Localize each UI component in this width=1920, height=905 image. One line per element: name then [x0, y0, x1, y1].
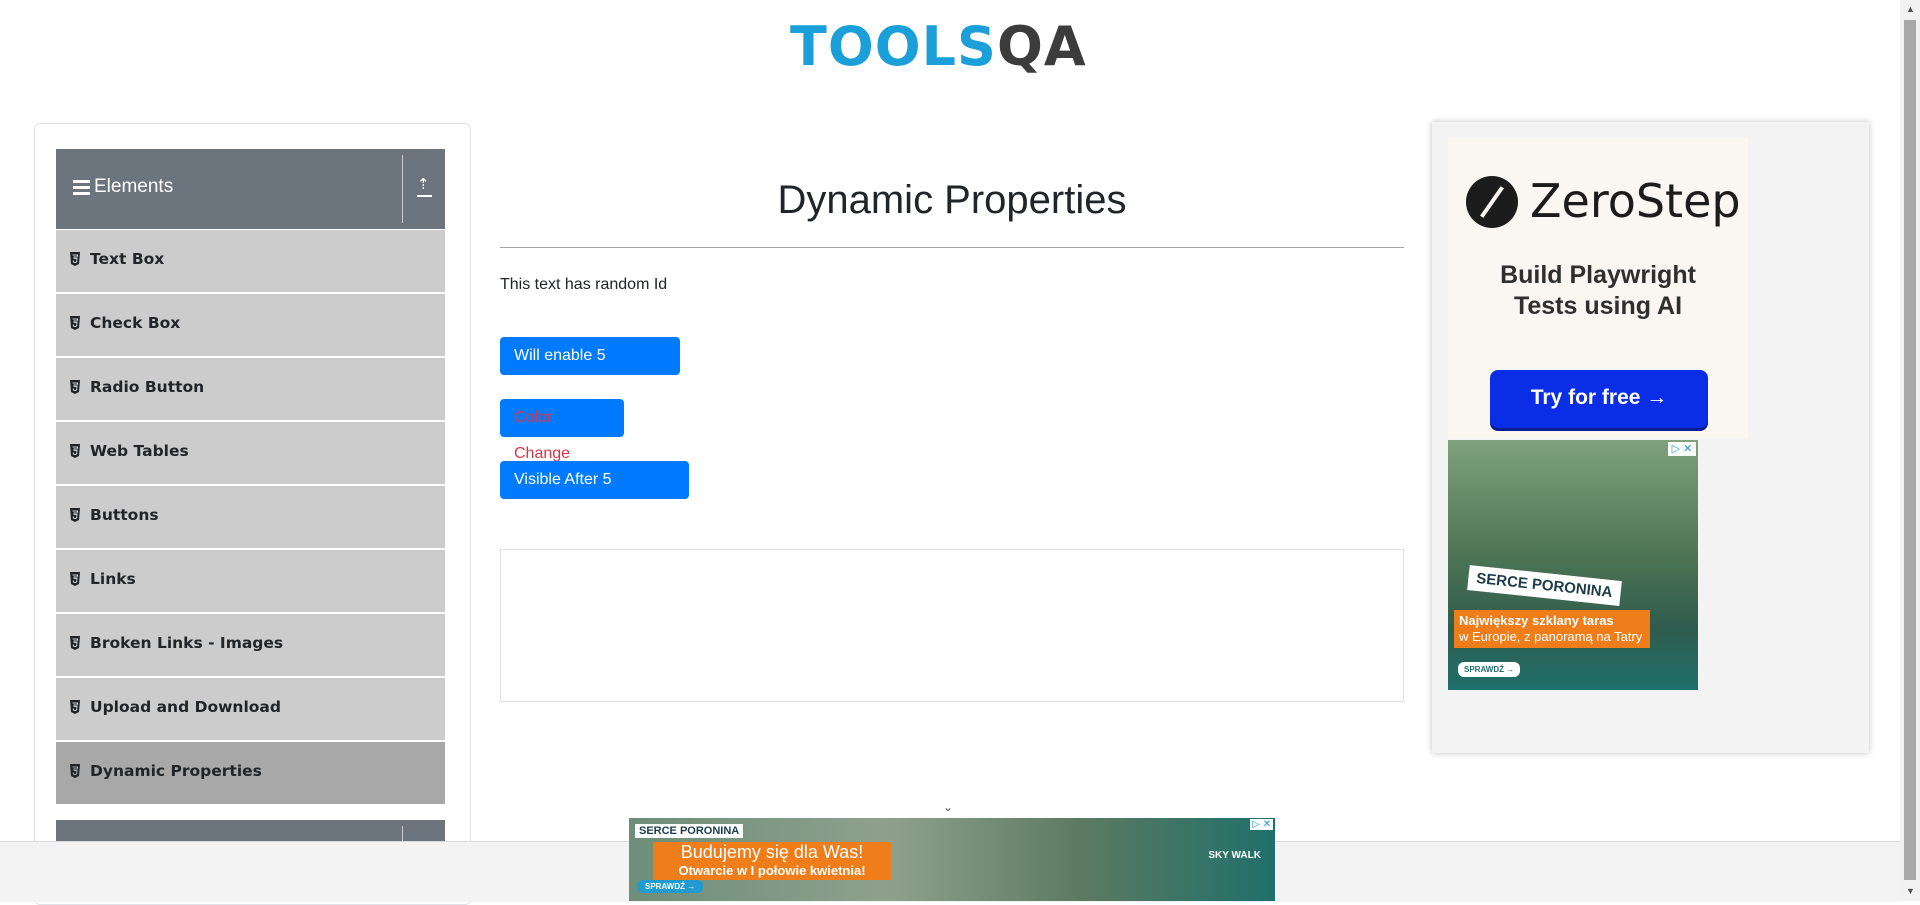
sidebar-item-buttons[interactable]: Buttons: [56, 486, 445, 548]
bottom-ad-line-1: Budujemy się dla Was!: [680, 842, 864, 862]
sidebar-item-broken-links-images[interactable]: Broken Links - Images: [56, 614, 445, 676]
bottom-banner-ad[interactable]: SERCE PORONINA Budujemy się dla Was! Otw…: [629, 818, 1275, 901]
sidebar-item-label: Buttons: [90, 506, 159, 524]
enable-after-button[interactable]: Will enable 5 seconds: [500, 337, 680, 400]
collapse-icon[interactable]: ⇡: [414, 175, 436, 199]
sidebar-item-check-box[interactable]: Check Box: [56, 294, 445, 356]
tagline-line-2: Tests using AI: [1513, 292, 1683, 320]
html5-shield-icon: [70, 508, 80, 522]
ad-close-icon[interactable]: ▷ ✕: [1668, 442, 1696, 456]
html5-shield-icon: [70, 444, 80, 458]
serce-poronina-ad[interactable]: ▷ ✕ SERCE PORONINA Największy szklany ta…: [1448, 440, 1698, 690]
zerostep-tagline: Build Playwright Tests using AI: [1448, 260, 1748, 322]
serce-message: Największy szklany taras w Europie, z pa…: [1454, 610, 1650, 648]
bottom-ad-message: Budujemy się dla Was! Otwarcie w I połow…: [653, 842, 891, 880]
zerostep-brand: ZeroStep: [1530, 174, 1741, 228]
scroll-down-icon[interactable]: ▼: [1906, 886, 1915, 896]
visible-after-button[interactable]: Visible After 5 Seconds: [500, 461, 689, 524]
chevron-down-icon[interactable]: ⌄: [943, 800, 959, 814]
sidebar-item-text-box[interactable]: Text Box: [56, 230, 445, 292]
title-divider: [500, 247, 1404, 248]
bottom-ad-brand: SKY WALK: [1208, 850, 1261, 861]
toolsqa-logo[interactable]: TOOLSQA: [790, 12, 1120, 92]
sidebar-item-web-tables[interactable]: Web Tables: [56, 422, 445, 484]
serce-line-1: Największy szklany taras: [1459, 613, 1614, 628]
page-title: Dynamic Properties: [777, 178, 1127, 222]
html5-shield-icon: [70, 572, 80, 586]
scroll-up-icon[interactable]: ▲: [1906, 4, 1915, 14]
sidebar-item-label: Broken Links - Images: [90, 634, 284, 652]
sidebar-item-label: Radio Button: [90, 378, 205, 396]
right-ad-panel: ZeroStep Build Playwright Tests using AI…: [1432, 122, 1869, 753]
site-header: TOOLSQA: [0, 0, 1900, 100]
html5-shield-icon: [70, 764, 80, 778]
tagline-line-1: Build Playwright: [1500, 261, 1696, 289]
zerostep-logo-icon: [1466, 176, 1518, 228]
bottom-ad-label: SERCE PORONINA: [635, 824, 744, 838]
hamburger-icon: [73, 180, 90, 195]
html5-shield-icon: [70, 380, 80, 394]
html5-shield-icon: [70, 252, 80, 266]
sidebar-item-upload-and-download[interactable]: Upload and Download: [56, 678, 445, 740]
sidebar-item-dynamic-properties[interactable]: Dynamic Properties: [56, 742, 445, 804]
random-id-text: This text has random Id: [500, 276, 668, 293]
bottom-ad-sprawdz-button[interactable]: SPRAWDŹ →: [637, 880, 704, 893]
html5-shield-icon: [70, 700, 80, 714]
try-for-free-button[interactable]: Try for free →: [1490, 370, 1708, 428]
logo-qa-text: QA: [996, 15, 1087, 78]
logo-tools-text: TOOLS: [790, 15, 997, 78]
bottom-ad-line-2: Otwarcie w I połowie kwietnia!: [678, 863, 866, 878]
zerostep-ad[interactable]: ZeroStep Build Playwright Tests using AI…: [1448, 138, 1748, 438]
ad-close-icon[interactable]: ▷ ✕: [1250, 819, 1273, 830]
sidebar-item-label: Check Box: [90, 314, 181, 332]
sidebar-item-label: Web Tables: [90, 442, 189, 460]
html5-shield-icon: [70, 316, 80, 330]
serce-sprawdz-button[interactable]: SPRAWDŹ →: [1458, 662, 1521, 677]
group-title: Elements: [94, 176, 174, 197]
scrollbar-thumb[interactable]: [1904, 20, 1916, 880]
group-divider: [402, 155, 403, 223]
sidebar-item-links[interactable]: Links: [56, 550, 445, 612]
sidebar-menu: Text Box Check Box Radio Button Web Tabl…: [56, 230, 445, 806]
sidebar-item-label: Text Box: [90, 250, 165, 268]
color-change-button[interactable]: Color Change: [500, 399, 624, 462]
sidebar-item-radio-button[interactable]: Radio Button: [56, 358, 445, 420]
serce-label: SERCE PORONINA: [1467, 565, 1622, 606]
sidebar-item-label: Dynamic Properties: [90, 762, 262, 780]
group-header-elements[interactable]: Elements ⇡: [56, 149, 445, 229]
content-placeholder-box: [500, 549, 1404, 702]
upload-arrow-icon: ⇡: [417, 176, 430, 193]
sidebar-item-label: Upload and Download: [90, 698, 281, 716]
serce-line-2: w Europie, z panoramą na Tatry: [1459, 629, 1643, 644]
page-scrollbar[interactable]: ▲ ▼: [1900, 0, 1920, 901]
html5-shield-icon: [70, 636, 80, 650]
sidebar-item-label: Links: [90, 570, 136, 588]
